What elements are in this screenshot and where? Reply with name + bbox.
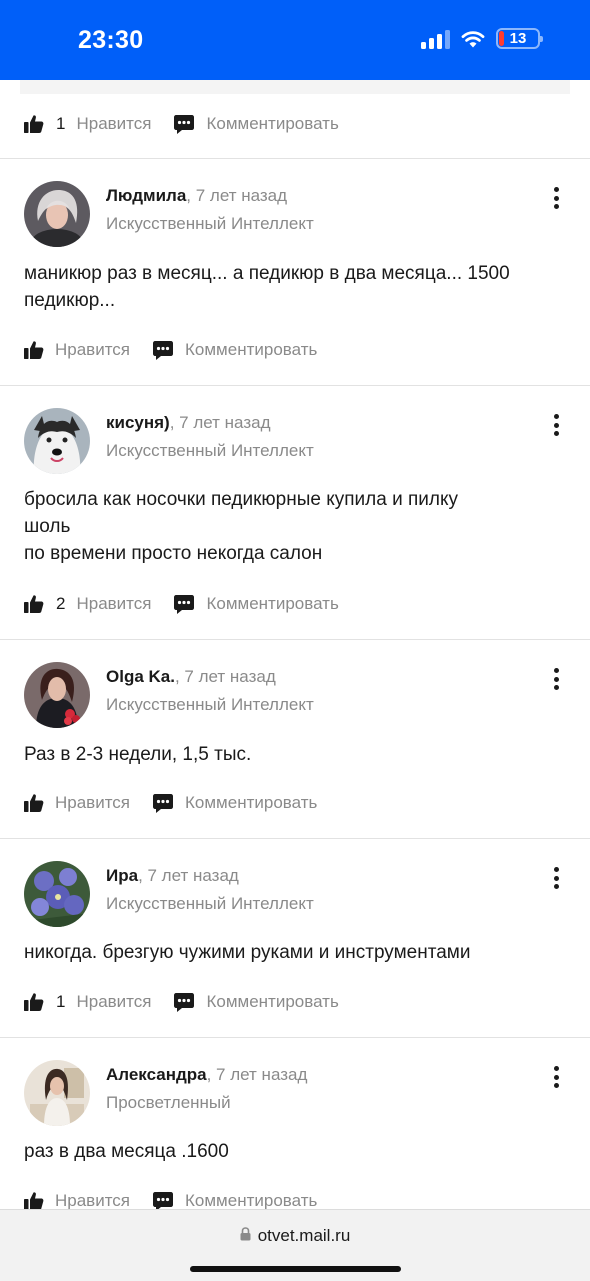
- like-button[interactable]: Нравится: [76, 992, 151, 1012]
- comment-label: Комментировать: [185, 340, 318, 359]
- author-line: Ира, 7 лет назад: [106, 866, 239, 886]
- like-button[interactable]: Нравится: [55, 340, 130, 360]
- more-vertical-icon[interactable]: [548, 867, 564, 889]
- comment-label: Комментировать: [206, 992, 339, 1011]
- more-vertical-icon[interactable]: [548, 414, 564, 436]
- more-vertical-icon[interactable]: [548, 1066, 564, 1088]
- answer-text: бросила как носочки педикюрные купила и …: [24, 489, 459, 564]
- answer-time: , 7 лет назад: [169, 413, 271, 432]
- answer-card: Людмила, 7 лет назад Искусственный Интел…: [0, 159, 590, 386]
- avatar[interactable]: [24, 662, 90, 728]
- comment-bubble-icon: [153, 340, 174, 360]
- comment-label: Комментировать: [185, 1191, 318, 1210]
- answer-actions: 2 Нравится Комментировать: [24, 591, 339, 617]
- author-name[interactable]: Людмила: [106, 186, 186, 205]
- previous-answer-partial: 1 Нравится Комментировать: [0, 80, 590, 159]
- answer-card: кисуня), 7 лет назад Искусственный Интел…: [0, 386, 590, 640]
- thumbs-up-icon[interactable]: [24, 992, 44, 1012]
- answer-text: раз в два месяца .1600: [24, 1141, 229, 1162]
- status-bar: 23:30 13: [0, 0, 590, 80]
- like-button[interactable]: Нравится: [76, 114, 151, 134]
- avatar[interactable]: [24, 181, 90, 247]
- author-name[interactable]: Olga Ka.: [106, 667, 175, 686]
- comment-bubble-icon: [153, 1191, 174, 1211]
- author-rank: Искусственный Интеллект: [106, 695, 314, 714]
- comment-bubble-icon: [174, 594, 195, 614]
- status-icons: 13: [421, 28, 543, 49]
- home-indicator[interactable]: [190, 1266, 401, 1272]
- more-vertical-icon[interactable]: [548, 668, 564, 690]
- answer-card: Ира, 7 лет назад Искусственный Интеллект…: [0, 839, 590, 1038]
- address-bar[interactable]: otvet.mail.ru: [0, 1226, 590, 1246]
- author-line: Александра, 7 лет назад: [106, 1065, 307, 1085]
- answer-actions: Нравится Комментировать: [24, 790, 317, 816]
- answer-time: , 7 лет назад: [206, 1065, 308, 1084]
- comment-bubble-icon: [153, 793, 174, 813]
- author-name[interactable]: Ира: [106, 866, 138, 885]
- like-button[interactable]: Нравится: [76, 594, 151, 614]
- comment-button[interactable]: Комментировать: [174, 594, 339, 614]
- answer-actions: 1 Нравится Комментировать: [24, 111, 339, 137]
- comment-bubble-icon: [174, 114, 195, 134]
- avatar[interactable]: [24, 861, 90, 927]
- answer-text: Раз в 2-3 недели, 1,5 тыс.: [24, 744, 252, 765]
- answer-card: Olga Ka., 7 лет назад Искусственный Инте…: [0, 640, 590, 839]
- author-name[interactable]: кисуня): [106, 413, 170, 432]
- answer-actions: Нравится Комментировать: [24, 337, 317, 363]
- like-count: 1: [56, 992, 66, 1011]
- like-count: 1: [56, 114, 66, 133]
- avatar[interactable]: [24, 408, 90, 474]
- comment-button[interactable]: Комментировать: [153, 340, 317, 360]
- author-rank: Просветленный: [106, 1093, 231, 1112]
- answer-card: Александра, 7 лет назад Просветленный ра…: [0, 1038, 590, 1238]
- comment-button[interactable]: Комментировать: [174, 992, 339, 1012]
- answer-time: , 7 лет назад: [174, 667, 276, 686]
- thumbs-up-icon[interactable]: [24, 340, 44, 360]
- thumbs-up-icon[interactable]: [24, 594, 44, 614]
- like-button[interactable]: Нравится: [55, 793, 130, 813]
- comment-bubble-icon: [174, 992, 195, 1012]
- comment-button[interactable]: Комментировать: [174, 114, 339, 134]
- author-rank: Искусственный Интеллект: [106, 441, 314, 460]
- answer-time: , 7 лет назад: [138, 866, 239, 885]
- thumbs-up-icon[interactable]: [24, 114, 44, 134]
- like-button[interactable]: Нравится: [55, 1191, 130, 1211]
- comment-label: Комментировать: [206, 114, 339, 133]
- answer-text: маникюр раз в месяц... а педикюр в два м…: [24, 263, 510, 311]
- url-text: otvet.mail.ru: [257, 1226, 351, 1245]
- comment-button[interactable]: Комментировать: [153, 793, 317, 813]
- author-rank: Искусственный Интеллект: [106, 894, 314, 913]
- browser-bottom-bar: otvet.mail.ru: [0, 1209, 590, 1281]
- status-time: 23:30: [78, 26, 144, 54]
- more-vertical-icon[interactable]: [548, 187, 564, 209]
- comment-label: Комментировать: [185, 793, 318, 812]
- author-rank: Искусственный Интеллект: [106, 214, 314, 233]
- battery-level: 13: [509, 30, 527, 47]
- cellular-signal-icon: [421, 29, 450, 49]
- comment-label: Комментировать: [206, 594, 339, 613]
- answer-actions: 1 Нравится Комментировать: [24, 989, 339, 1015]
- answer-time: , 7 лет назад: [186, 186, 288, 205]
- author-name[interactable]: Александра: [106, 1065, 207, 1084]
- comment-button[interactable]: Комментировать: [153, 1191, 317, 1211]
- battery-icon: 13: [496, 28, 543, 49]
- answer-text: никогда. брезгую чужими руками и инструм…: [24, 942, 471, 963]
- wifi-icon: [460, 29, 486, 49]
- author-line: кисуня), 7 лет назад: [106, 413, 270, 433]
- avatar[interactable]: [24, 1060, 90, 1126]
- author-line: Людмила, 7 лет назад: [106, 186, 287, 206]
- thumbs-up-icon[interactable]: [24, 793, 44, 813]
- author-line: Olga Ka., 7 лет назад: [106, 667, 276, 687]
- thumbs-up-icon[interactable]: [24, 1191, 44, 1211]
- lock-icon: [240, 1226, 251, 1246]
- like-count: 2: [56, 594, 66, 613]
